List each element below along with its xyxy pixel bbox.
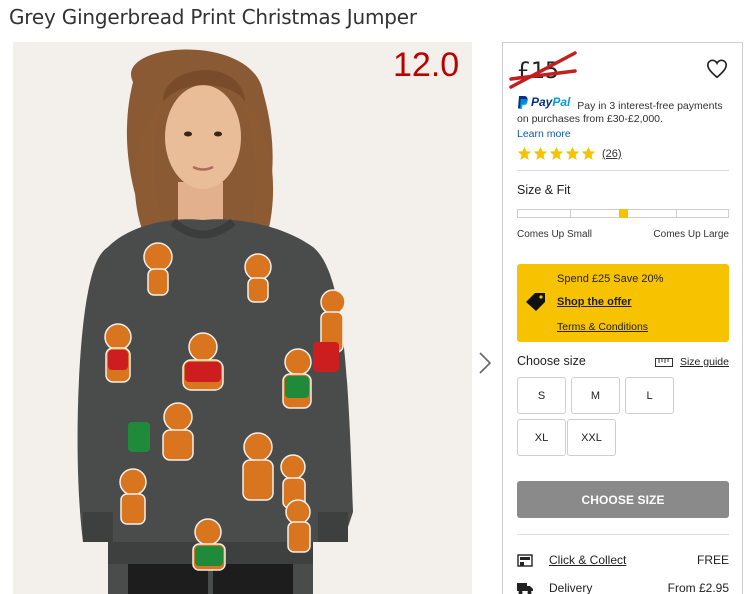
paypal-info: Pay Pal Pay in 3 interest-free payments o… [517, 96, 737, 141]
choose-size-title: Choose size [517, 354, 586, 368]
size-option-s[interactable]: S [517, 377, 566, 414]
paypal-brand-1: Pay [531, 95, 553, 109]
jumper-photo [13, 42, 472, 594]
divider [517, 170, 729, 171]
delivery-price: From £2.95 [667, 581, 729, 594]
heart-icon[interactable] [706, 58, 728, 80]
rating[interactable]: (26) [517, 146, 622, 161]
fit-marker [619, 209, 628, 218]
shop-offer-link[interactable]: Shop the offer [557, 296, 632, 308]
chevron-right-icon[interactable] [477, 350, 493, 376]
terms-link[interactable]: Terms & Conditions [557, 321, 648, 333]
fit-scale [517, 209, 729, 218]
size-option-xxl[interactable]: XXL [567, 419, 616, 456]
paypal-brand-2: Pal [552, 95, 571, 109]
image-price-overlay: 12.0 [393, 46, 460, 84]
ruler-icon [654, 357, 673, 367]
fit-low-label: Comes Up Small [517, 229, 593, 240]
paypal-logo: Pay Pal [517, 96, 570, 109]
star-icon [517, 146, 532, 160]
paypal-icon [518, 96, 528, 109]
divider [517, 534, 729, 535]
truck-icon [517, 583, 533, 594]
delivery-option-click-collect: Click & Collect FREE [517, 552, 729, 570]
product-title: Grey Gingerbread Print Christmas Jumper [9, 5, 417, 29]
product-panel: £15 PayPal Pay in 3 interest-free paymen… [502, 42, 743, 594]
size-guide-label: Size guide [679, 356, 729, 368]
size-option-xl[interactable]: XL [517, 419, 566, 456]
price-strikethrough [509, 51, 577, 89]
store-icon [517, 554, 533, 567]
promo-title: Spend £25 Save 20% [557, 273, 664, 285]
size-option-m[interactable]: M [571, 377, 620, 414]
star-icon [549, 146, 564, 160]
delivery-label: Delivery [549, 581, 593, 594]
fit-tick [570, 210, 571, 217]
star-icon [581, 146, 596, 160]
size-guide-link[interactable]: Size guide [654, 356, 729, 368]
size-option-l[interactable]: L [625, 377, 674, 414]
product-image[interactable] [13, 42, 472, 594]
tag-icon [526, 293, 545, 311]
star-icon [565, 146, 580, 160]
star-icon [533, 146, 548, 160]
fit-tick [676, 210, 677, 217]
choose-size-button[interactable]: CHOOSE SIZE [517, 481, 729, 518]
fit-high-label: Comes Up Large [653, 229, 729, 240]
learn-more-link[interactable]: Learn more [517, 128, 737, 141]
click-collect-link[interactable]: Click & Collect [549, 553, 626, 567]
delivery-option-home: Delivery From £2.95 [517, 580, 729, 594]
size-fit-title: Size & Fit [517, 183, 571, 197]
click-collect-price: FREE [696, 553, 729, 567]
promo-banner: Spend £25 Save 20% Shop the offer Terms … [517, 264, 729, 342]
review-count-link[interactable]: (26) [602, 148, 622, 160]
